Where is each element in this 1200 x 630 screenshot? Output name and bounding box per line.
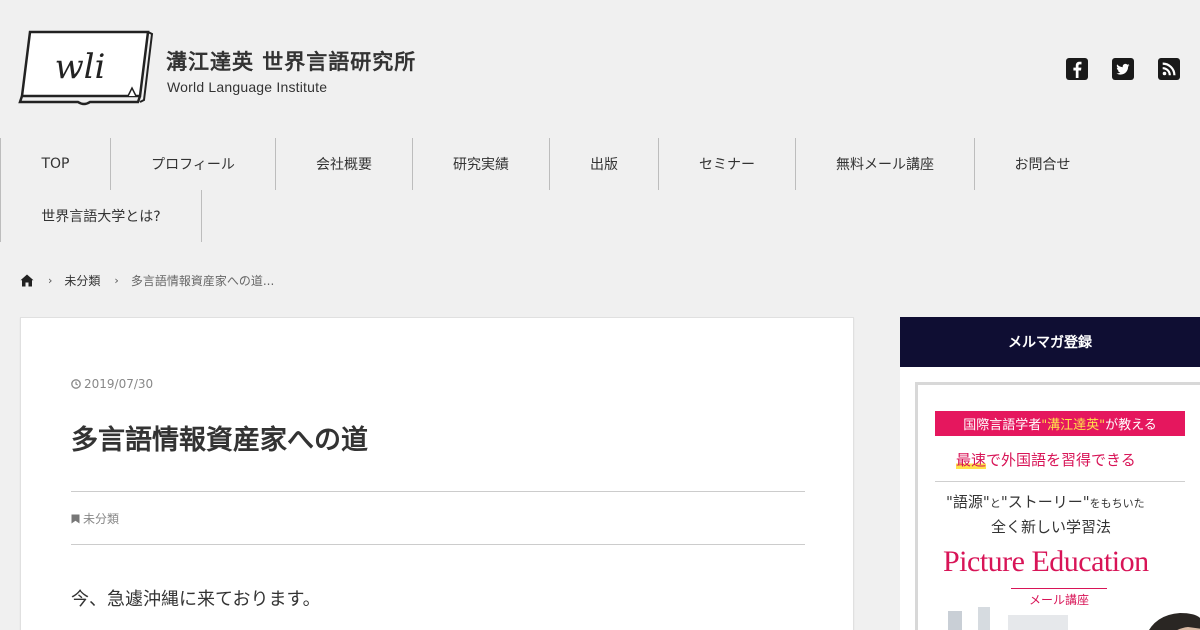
sidebar-widget: 国際言語学者 "溝江達英" が教える 最速で外国語を習得できる "語源"と"ストーリ… bbox=[900, 367, 1200, 630]
rss-icon[interactable] bbox=[1158, 58, 1180, 80]
nav-item-seminar[interactable]: セミナー bbox=[658, 138, 795, 190]
site-subtitle: World Language Institute bbox=[167, 79, 328, 95]
post-category-link[interactable]: 未分類 bbox=[83, 510, 119, 527]
banner-line3-a: "語源" bbox=[946, 493, 990, 511]
nav-item-label: 世界言語大学とは? bbox=[41, 209, 161, 225]
clock-icon bbox=[71, 379, 81, 389]
main-nav: TOP プロフィール 会社概要 研究実績 出版 セミナー 無料メール講座 お問合… bbox=[0, 138, 1200, 242]
nav-item-contact[interactable]: お問合せ bbox=[974, 138, 1110, 190]
book-logo-icon: wli bbox=[18, 30, 154, 106]
banner-line3: "語源"と"ストーリー"をもちいた bbox=[946, 491, 1145, 512]
nav-item-world-language-university[interactable]: 世界言語大学とは? bbox=[0, 190, 202, 242]
banner-divider bbox=[935, 481, 1185, 482]
nav-item-label: 会社概要 bbox=[316, 157, 372, 173]
logo-mark-text: wli bbox=[55, 47, 106, 87]
banner-photo-image bbox=[918, 605, 1200, 630]
nav-item-label: プロフィール bbox=[151, 157, 235, 173]
social-links bbox=[1066, 58, 1180, 80]
chevron-right-icon: › bbox=[48, 274, 53, 287]
nav-item-mail-course[interactable]: 無料メール講座 bbox=[795, 138, 974, 190]
bookmark-icon bbox=[71, 514, 80, 523]
facebook-icon[interactable] bbox=[1066, 58, 1088, 80]
nav-item-top[interactable]: TOP bbox=[0, 138, 110, 190]
divider bbox=[71, 491, 805, 492]
nav-item-publishing[interactable]: 出版 bbox=[549, 138, 658, 190]
banner-line2: 最速で外国語を習得できる bbox=[956, 449, 1136, 470]
breadcrumb-current: 多言語情報資産家への道... bbox=[130, 274, 275, 288]
nav-item-label: TOP bbox=[41, 156, 70, 172]
mail-course-banner[interactable]: 国際言語学者 "溝江達英" が教える 最速で外国語を習得できる "語源"と"ストーリ… bbox=[915, 382, 1200, 630]
banner-line2-em: 最速 bbox=[956, 451, 987, 469]
nav-row-2: 世界言語大学とは? bbox=[0, 190, 1200, 242]
post-body-paragraph: 今、急遽沖縄に来ております。 bbox=[71, 589, 321, 610]
nav-row-1: TOP プロフィール 会社概要 研究実績 出版 セミナー 無料メール講座 お問合… bbox=[0, 138, 1200, 190]
post-date-text: 2019/07/30 bbox=[84, 377, 154, 391]
site-title: 溝江達英 世界言語研究所 bbox=[166, 49, 417, 74]
breadcrumb-category[interactable]: 未分類 bbox=[64, 272, 100, 289]
post-date: 2019/07/30 bbox=[71, 377, 153, 391]
nav-item-label: セミナー bbox=[699, 157, 755, 173]
home-icon[interactable] bbox=[20, 274, 34, 287]
post-category: 未分類 bbox=[71, 510, 119, 527]
nav-item-company[interactable]: 会社概要 bbox=[275, 138, 412, 190]
banner-line4: 全く新しい学習法 bbox=[991, 518, 1112, 536]
banner-line3-b: "ストーリー" bbox=[1000, 493, 1090, 511]
nav-item-label: 無料メール講座 bbox=[836, 157, 934, 173]
banner-top-line: 国際言語学者 "溝江達英" が教える bbox=[935, 411, 1185, 436]
chevron-right-icon: › bbox=[114, 274, 119, 287]
breadcrumb: › 未分類 › 多言語情報資産家への道... bbox=[20, 272, 274, 289]
divider bbox=[71, 544, 805, 545]
nav-item-label: 研究実績 bbox=[453, 157, 509, 173]
banner-line1-pre: 国際言語学者 bbox=[963, 418, 1042, 433]
nav-item-label: 出版 bbox=[590, 157, 618, 173]
banner-line3-small1: と bbox=[989, 497, 1001, 510]
banner-line2-rest: で外国語を習得できる bbox=[986, 451, 1136, 469]
post-title: 多言語情報資産家への道 bbox=[71, 425, 368, 456]
sidebar-heading: メルマガ登録 bbox=[900, 317, 1200, 367]
banner-line1-name: "溝江達英" bbox=[1041, 418, 1106, 433]
site-logo[interactable]: wli 溝江達英 世界言語研究所 World Language Institut… bbox=[18, 26, 438, 112]
banner-headline: Picture Education bbox=[943, 545, 1149, 578]
nav-item-research[interactable]: 研究実績 bbox=[412, 138, 549, 190]
banner-line1-post: が教える bbox=[1105, 418, 1157, 433]
article-card: 2019/07/30 多言語情報資産家への道 未分類 今、急遽沖縄に来ております… bbox=[20, 317, 854, 630]
nav-item-label: お問合せ bbox=[1014, 157, 1071, 173]
nav-item-profile[interactable]: プロフィール bbox=[110, 138, 275, 190]
banner-line3-small2: をもちいた bbox=[1089, 497, 1145, 510]
site-header: wli 溝江達英 世界言語研究所 World Language Institut… bbox=[0, 0, 1200, 138]
twitter-icon[interactable] bbox=[1112, 58, 1134, 80]
